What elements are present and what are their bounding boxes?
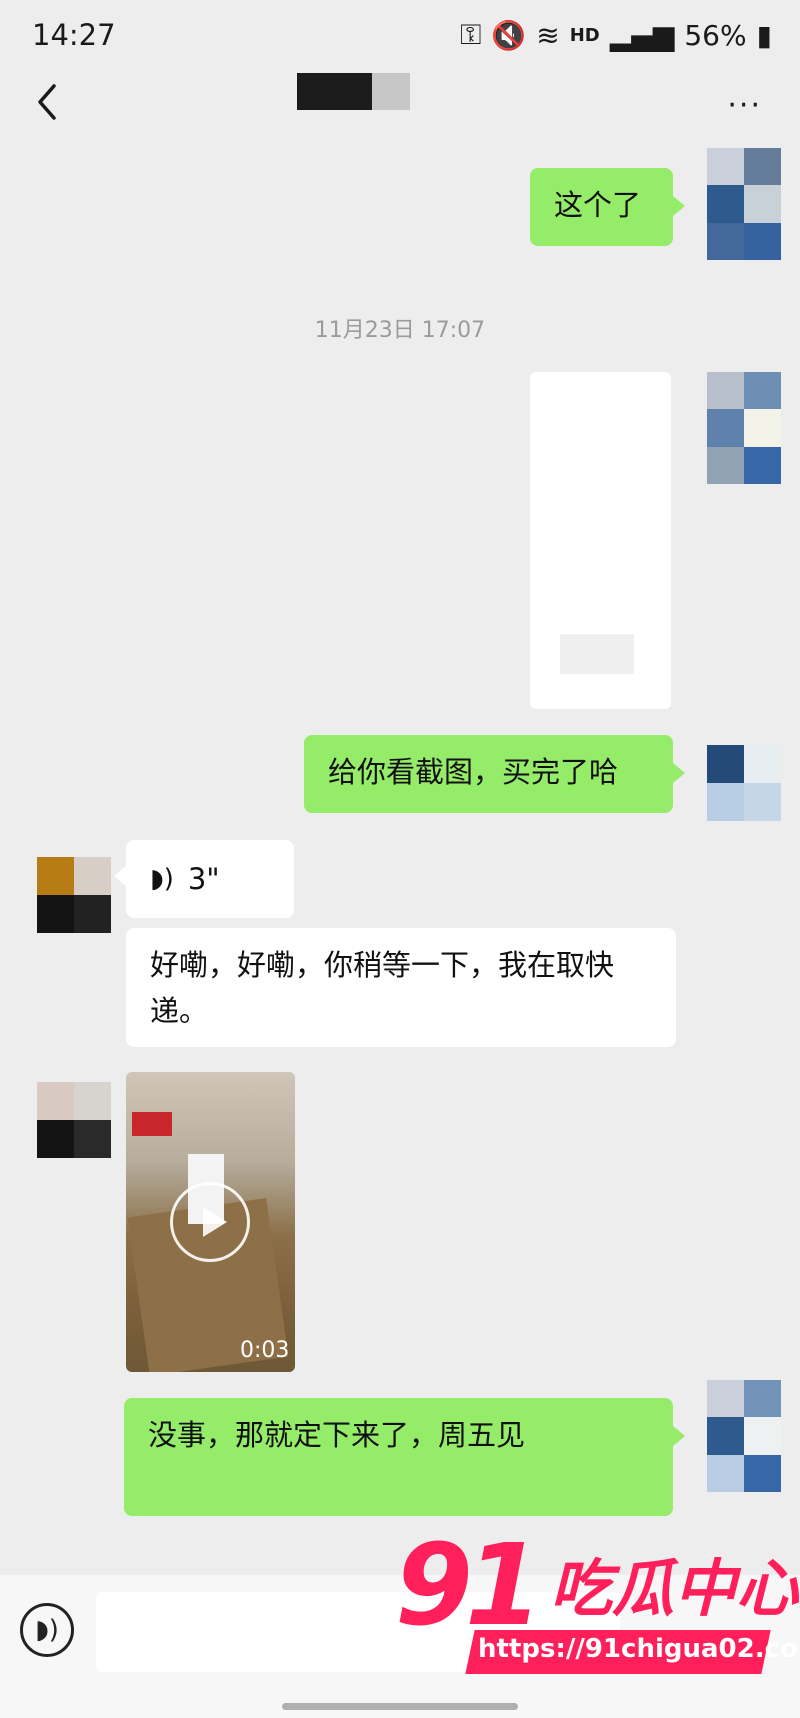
my-message-bubble[interactable]: 这个了 <box>530 168 685 246</box>
watermark-url: https://91chigua02.com <box>478 1634 800 1664</box>
battery-icon: ▮ <box>756 18 772 52</box>
battery-level: 56% <box>684 18 747 52</box>
voice-message[interactable]: ◗) 3" <box>114 840 294 918</box>
more-button[interactable]: ··· <box>727 88 762 123</box>
watermark-logo-text: 吃瓜中心 <box>550 1552 799 1625</box>
chevron-left-icon <box>38 84 56 120</box>
status-time: 14:27 <box>32 18 116 52</box>
message-text: 这个了 <box>554 188 642 222</box>
my-avatar[interactable] <box>707 148 781 260</box>
watermark-logo-number: 91 <box>395 1521 543 1651</box>
hd-label: HD <box>569 24 600 46</box>
video-duration: 0:03 <box>240 1338 290 1363</box>
contact-message-bubble[interactable]: 好嘞，好嘞，你稍等一下，我在取快递。 <box>126 928 676 1047</box>
voice-waves-icon: ◗) <box>150 864 174 894</box>
status-icons: ⚿ 🔇 ≋ HD ▂▄▆ 56% ▮ <box>460 18 772 52</box>
message-text: 给你看截图，买完了哈 <box>328 755 619 789</box>
my-avatar[interactable] <box>707 372 781 484</box>
my-message-bubble[interactable]: 没事，那就定下来了，周五见 <box>124 1398 685 1516</box>
key-icon: ⚿ <box>460 18 482 51</box>
back-button[interactable] <box>28 82 68 122</box>
voice-duration: 3" <box>187 862 220 896</box>
home-indicator[interactable] <box>282 1703 518 1710</box>
wifi-icon: ≋ <box>536 18 560 52</box>
voice-icon: ◗) <box>35 1615 59 1645</box>
signal-icon: ▂▄▆ <box>609 18 675 52</box>
timestamp: 11月23日 17:07 <box>314 318 486 343</box>
my-avatar[interactable] <box>707 1380 781 1492</box>
my-avatar[interactable] <box>707 745 781 821</box>
message-text: 没事，那就定下来了，周五见 <box>148 1418 526 1452</box>
contact-avatar[interactable] <box>37 1082 111 1158</box>
play-icon[interactable] <box>170 1182 250 1262</box>
contact-avatar[interactable] <box>37 857 111 933</box>
my-message-bubble[interactable]: 给你看截图，买完了哈 <box>304 735 685 813</box>
mute-icon: 🔇 <box>491 18 527 52</box>
message-text: 好嘞，好嘞，你稍等一下，我在取快递。 <box>150 948 615 1028</box>
voice-toggle-button[interactable]: ◗) <box>20 1603 74 1657</box>
chat-title-redacted <box>297 73 410 110</box>
image-message[interactable] <box>530 372 671 709</box>
